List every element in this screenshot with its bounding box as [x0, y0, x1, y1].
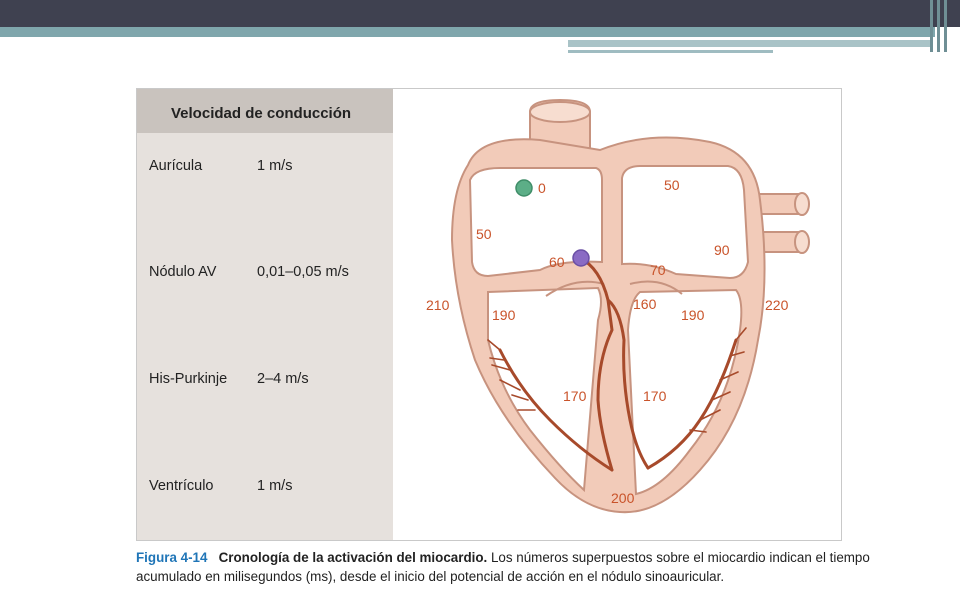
figure-caption: Figura 4-14 Cronología de la activación … — [136, 548, 896, 586]
slide-accent-line — [0, 27, 935, 37]
row-label-auricula: Aurícula — [149, 158, 203, 174]
row-value-his-purkinje: 2–4 m/s — [257, 371, 309, 387]
sa-node — [515, 179, 533, 197]
slide-top-bar — [0, 0, 960, 27]
row-label-his-purkinje: His-Purkinje — [149, 371, 228, 387]
time-right-atrium: 50 — [476, 226, 492, 242]
time-apex: 200 — [611, 490, 635, 506]
time-left-septum: 70 — [650, 262, 666, 278]
table-header: Velocidad de conducción — [137, 89, 393, 133]
left-atrium — [621, 165, 750, 280]
time-sa: 0 — [538, 180, 546, 196]
table-header-label: Velocidad de conducción — [171, 105, 352, 122]
time-right-apex-septum: 170 — [563, 388, 587, 404]
time-left-atrium-lateral: 90 — [714, 242, 730, 258]
time-right-epicardium: 210 — [426, 297, 450, 313]
conduction-table: Velocidad de conducción Aurícula 1 m/s N… — [137, 89, 393, 540]
slide-edge-bars — [930, 0, 952, 52]
row-label-ventriculo: Ventrículo — [149, 478, 214, 494]
time-left-atrium: 50 — [664, 177, 680, 193]
time-left-apex-septum: 170 — [643, 388, 667, 404]
row-value-nodulo-av: 0,01–0,05 m/s — [257, 264, 349, 280]
time-left-ventricle: 190 — [681, 307, 705, 323]
av-node — [572, 249, 590, 267]
slide-accent-line-short — [568, 40, 933, 47]
row-value-auricula: 1 m/s — [257, 158, 293, 174]
time-left-epicardium: 220 — [765, 297, 789, 313]
caption-figure-number: Figura 4-14 — [136, 550, 208, 565]
heart-diagram: 0 50 50 90 60 70 210 190 160 190 220 170… — [426, 98, 810, 514]
time-av-node: 60 — [549, 254, 565, 270]
slide-accent-line-thin — [568, 50, 773, 53]
row-label-nodulo-av: Nódulo AV — [149, 264, 217, 280]
caption-title: Cronología de la activación del miocardi… — [218, 550, 488, 565]
time-septum: 160 — [633, 296, 657, 312]
aorta-opening — [529, 101, 591, 123]
time-right-ventricle: 190 — [492, 307, 516, 323]
row-value-ventriculo: 1 m/s — [257, 478, 293, 494]
